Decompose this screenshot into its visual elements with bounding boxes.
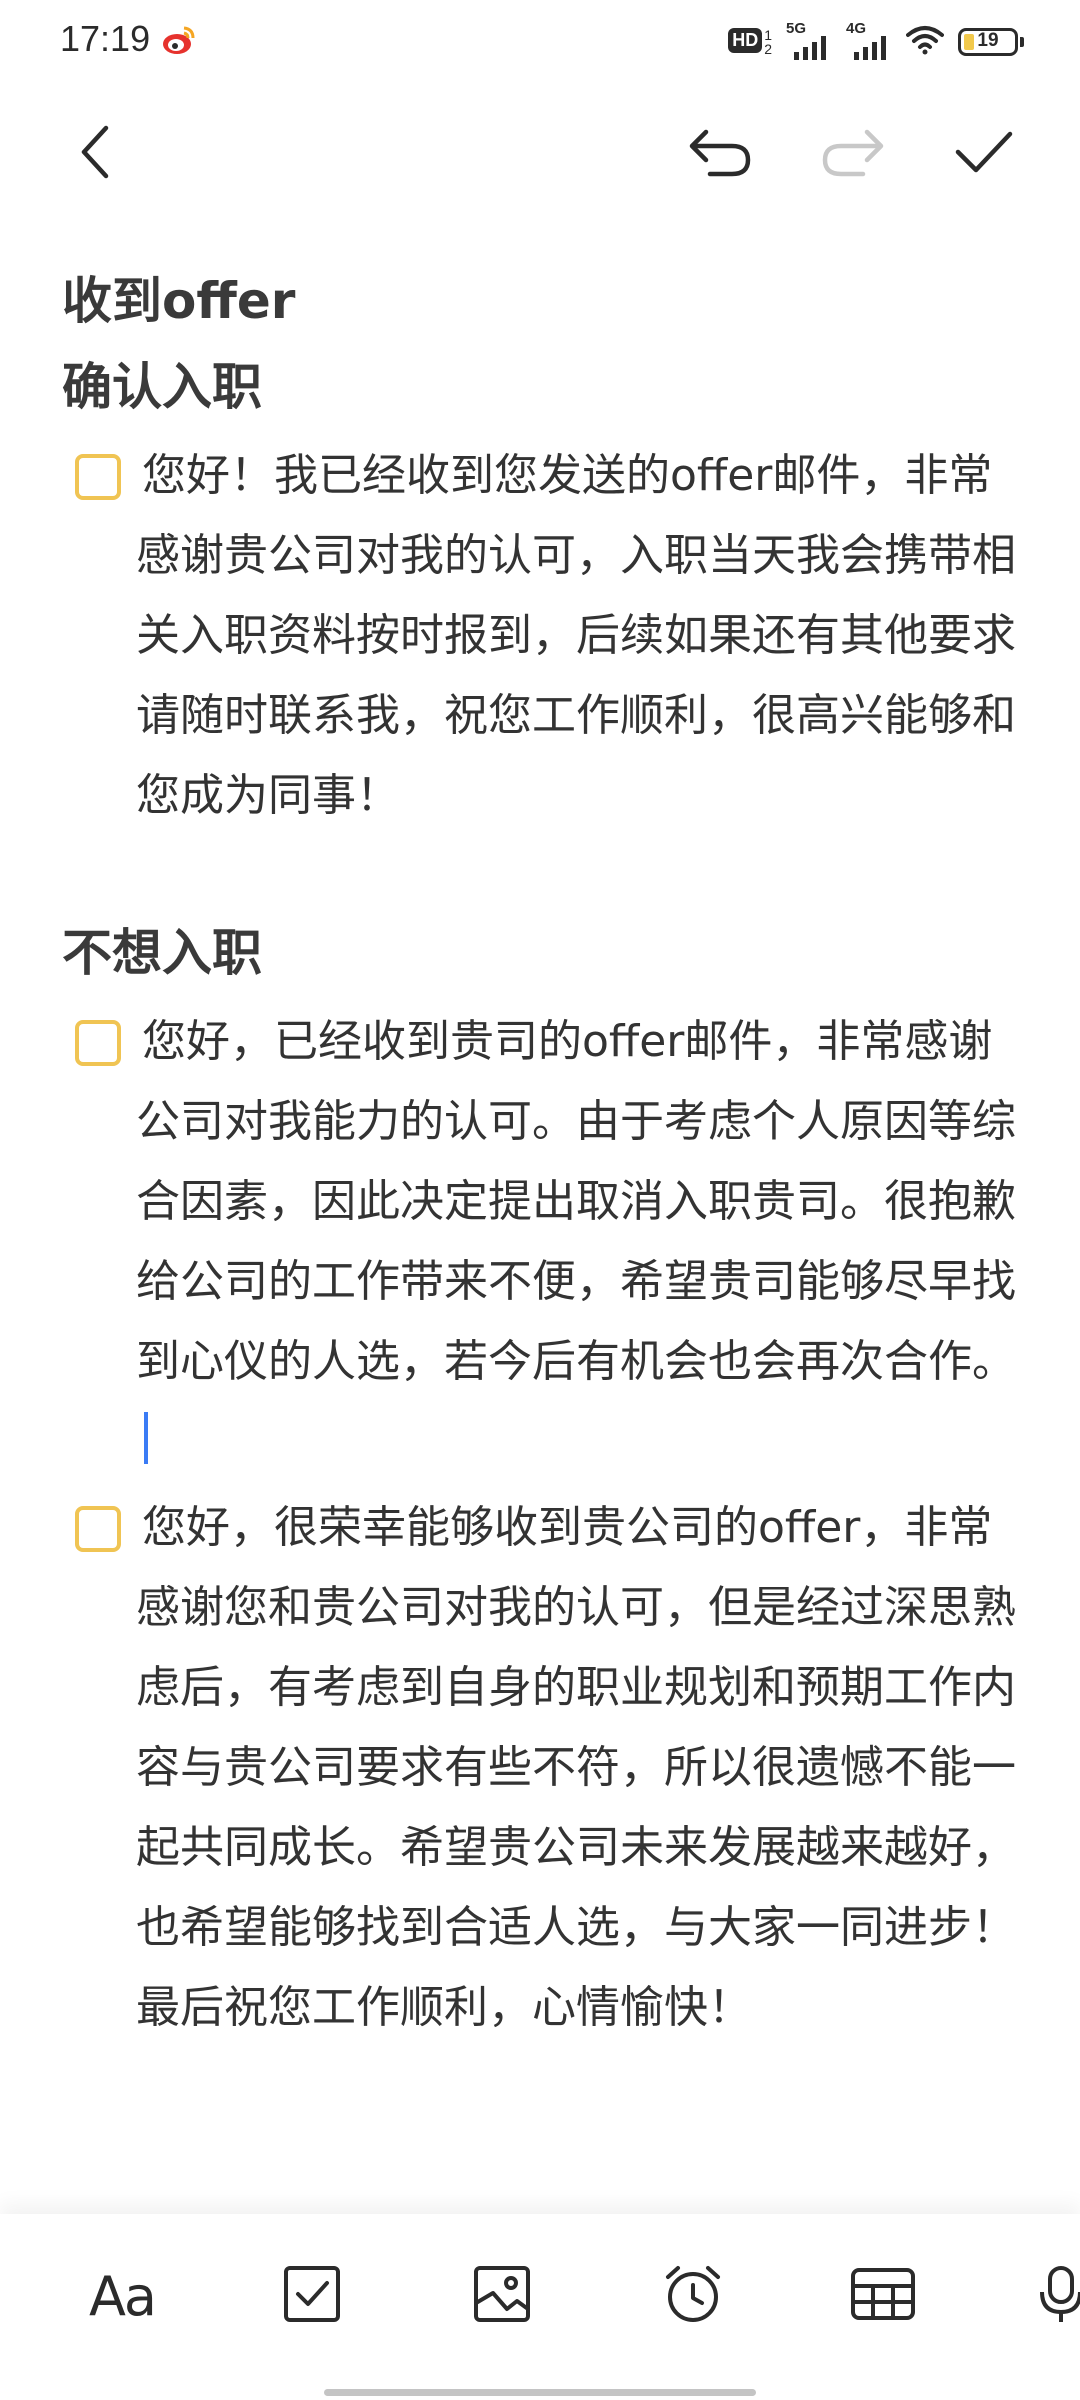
home-indicator[interactable] xyxy=(324,2389,756,2396)
checkbox[interactable] xyxy=(75,454,121,500)
weibo-icon xyxy=(160,22,196,58)
signal-4g-icon: 4G xyxy=(846,20,892,60)
text-style-button[interactable]: Aa xyxy=(86,2260,158,2332)
note-editor[interactable]: 收到offer 确认入职 您好！我已经收到您发送的offer邮件，非常感谢贵公司… xyxy=(62,258,1022,2048)
reminder-button[interactable] xyxy=(657,2260,729,2332)
insert-table-button[interactable] xyxy=(847,2260,919,2332)
insert-image-button[interactable] xyxy=(466,2260,538,2332)
text-cursor xyxy=(144,1412,148,1464)
checkbox[interactable] xyxy=(75,1506,121,1552)
checklist-item[interactable]: 您好，已经收到贵司的offer邮件，非常感谢公司对我能力的认可。由于考虑个人原因… xyxy=(62,1002,1022,1482)
microphone-icon xyxy=(1036,2264,1080,2328)
checklist-button[interactable] xyxy=(276,2260,348,2332)
voice-input-button[interactable] xyxy=(1036,2260,1080,2332)
back-button[interactable] xyxy=(60,118,132,190)
alarm-clock-icon xyxy=(662,2263,724,2329)
checklist-icon xyxy=(283,2265,341,2327)
status-bar: 17:19 HD 12 5G 4G 19 xyxy=(0,0,1080,84)
status-indicators: HD 12 5G 4G 19 xyxy=(728,20,1024,62)
checkbox[interactable] xyxy=(75,1020,121,1066)
undo-button[interactable] xyxy=(685,118,757,190)
checklist-item-text[interactable]: 您好，已经收到贵司的offer邮件，非常感谢公司对我能力的认可。由于考虑个人原因… xyxy=(136,1016,1016,1387)
format-toolbar: Aa xyxy=(0,2214,1080,2400)
status-time: 17:19 xyxy=(60,18,151,59)
done-button[interactable] xyxy=(948,118,1020,190)
hd-voice-indicator: HD 12 xyxy=(728,28,772,56)
battery-level: 19 xyxy=(977,30,999,51)
signal-5g-icon: 5G xyxy=(786,20,832,60)
checklist-item[interactable]: 您好！我已经收到您发送的offer邮件，非常感谢贵公司对我的认可，入职当天我会携… xyxy=(62,436,1022,836)
undo-icon xyxy=(688,124,754,184)
section-heading-accept[interactable]: 确认入职 xyxy=(62,344,1022,430)
redo-button[interactable] xyxy=(816,118,888,190)
check-icon xyxy=(954,128,1014,180)
battery-icon: 19 xyxy=(958,28,1024,56)
checklist-item-text[interactable]: 您好！我已经收到您发送的offer邮件，非常感谢贵公司对我的认可，入职当天我会携… xyxy=(136,436,1022,836)
table-icon xyxy=(850,2267,916,2325)
wifi-icon xyxy=(906,25,944,59)
redo-icon xyxy=(819,124,885,184)
note-title[interactable]: 收到offer xyxy=(62,258,1022,344)
text-style-icon: Aa xyxy=(88,2264,157,2328)
back-arrow-icon xyxy=(76,124,116,184)
checklist-item[interactable]: 您好，很荣幸能够收到贵公司的offer，非常感谢您和贵公司对我的认可，但是经过深… xyxy=(62,1488,1022,2048)
image-icon xyxy=(473,2265,531,2327)
checklist-item-text[interactable]: 您好，很荣幸能够收到贵公司的offer，非常感谢您和贵公司对我的认可，但是经过深… xyxy=(136,1488,1022,2048)
section-heading-decline[interactable]: 不想入职 xyxy=(62,910,1022,996)
